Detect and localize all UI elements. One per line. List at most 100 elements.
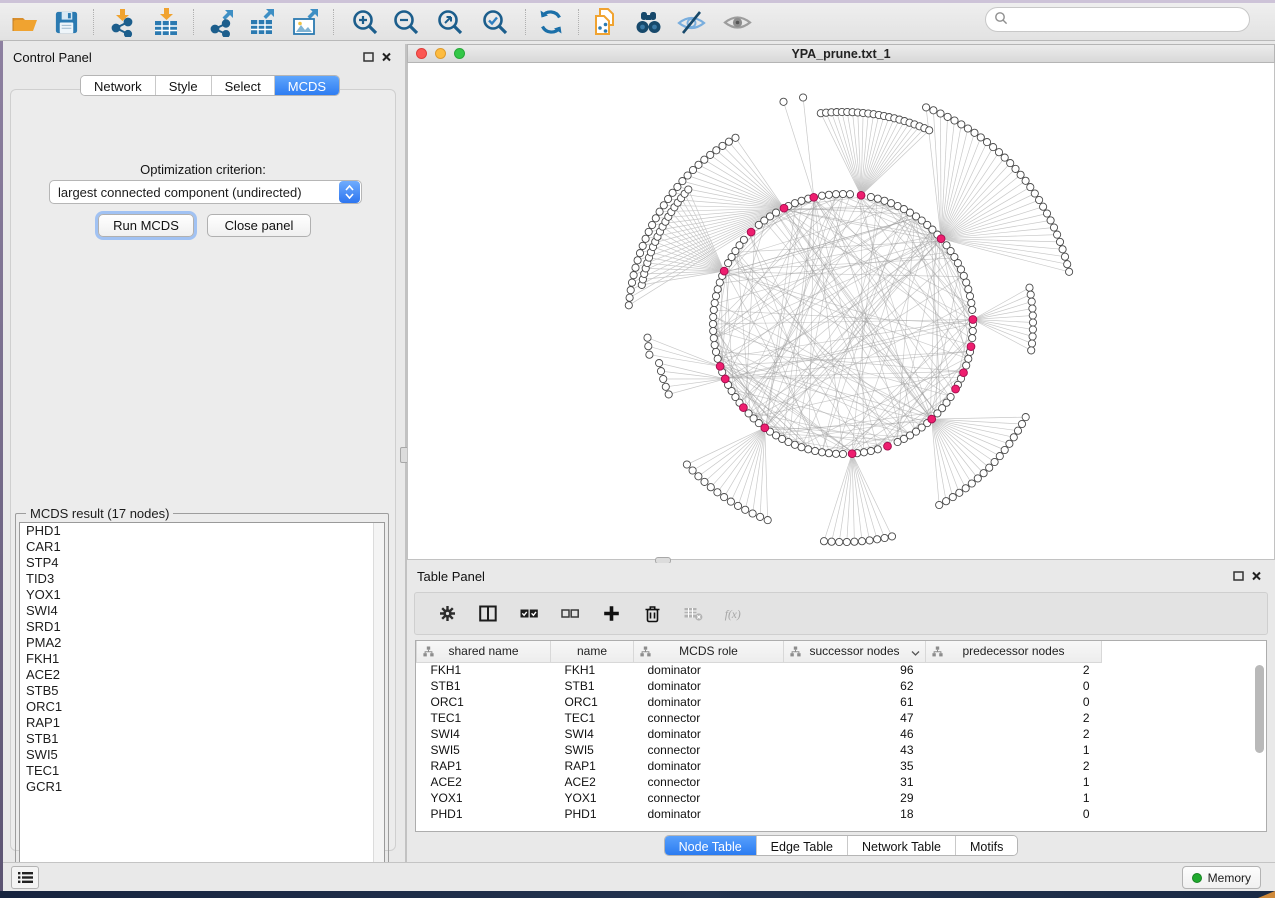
cell-successor_nodes[interactable]: 18	[784, 806, 926, 822]
graph-node[interactable]	[894, 438, 901, 445]
graph-node[interactable]	[679, 178, 686, 185]
graph-node[interactable]	[800, 94, 807, 101]
graph-node[interactable]	[636, 250, 643, 257]
graph-node[interactable]	[958, 121, 965, 128]
graph-node[interactable]	[881, 197, 888, 204]
graph-node[interactable]	[1029, 319, 1036, 326]
graph-node[interactable]	[710, 335, 717, 342]
graph-node[interactable]	[1029, 326, 1036, 333]
graph-node[interactable]	[951, 117, 958, 124]
graph-node[interactable]	[874, 446, 881, 453]
cell-successor_nodes[interactable]: 61	[784, 694, 926, 710]
cell-name[interactable]: PHD1	[551, 806, 634, 822]
graph-node[interactable]	[742, 506, 749, 513]
graph-node[interactable]	[936, 501, 943, 508]
graph-node[interactable]	[656, 360, 663, 367]
cell-mcds_role[interactable]: connector	[634, 790, 784, 806]
graph-node[interactable]	[652, 215, 659, 222]
graph-node[interactable]	[642, 235, 649, 242]
graph-node[interactable]	[1006, 440, 1013, 447]
graph-node[interactable]	[710, 306, 717, 313]
column-header-successor-nodes[interactable]: successor nodes	[784, 641, 926, 662]
graph-node[interactable]	[626, 294, 633, 301]
graph-node[interactable]	[712, 348, 719, 355]
graph-node[interactable]	[1054, 231, 1061, 238]
graph-node[interactable]	[714, 489, 721, 496]
graph-node[interactable]	[1061, 253, 1068, 260]
graph-node[interactable]	[974, 475, 981, 482]
criterion-dropdown[interactable]: largest connected component (undirected)	[49, 180, 362, 204]
graph-node[interactable]	[757, 513, 764, 520]
graph-node[interactable]	[646, 351, 653, 358]
cell-successor_nodes[interactable]: 29	[784, 790, 926, 806]
tab-node-table[interactable]: Node Table	[665, 836, 757, 855]
table-row-ORC1[interactable]: ORC1ORC1dominator610	[417, 694, 1253, 710]
export-table-icon[interactable]	[246, 6, 280, 38]
graph-node[interactable]	[1028, 298, 1035, 305]
graph-node[interactable]	[820, 538, 827, 545]
export-network-icon[interactable]	[205, 6, 239, 38]
graph-node[interactable]	[764, 517, 771, 524]
cell-shared_name[interactable]: RAP1	[417, 758, 551, 774]
graph-node[interactable]	[627, 287, 634, 294]
result-node-item[interactable]: TEC1	[20, 763, 384, 779]
graph-node[interactable]	[1014, 427, 1021, 434]
graph-node[interactable]	[1028, 340, 1035, 347]
column-header-predecessor-nodes[interactable]: predecessor nodes	[926, 641, 1102, 662]
zoom-in-icon[interactable]	[348, 6, 382, 38]
result-node-item[interactable]: ACE2	[20, 667, 384, 683]
table-row-YOX1[interactable]: YOX1YOX1connector291	[417, 790, 1253, 806]
cell-predecessor_nodes[interactable]: 2	[926, 662, 1102, 678]
graph-node[interactable]	[825, 450, 832, 457]
graph-node[interactable]	[881, 534, 888, 541]
cell-shared_name[interactable]: ORC1	[417, 694, 551, 710]
graph-node[interactable]	[965, 286, 972, 293]
graph-node[interactable]	[832, 450, 839, 457]
graph-node[interactable]	[964, 125, 971, 132]
graph-node[interactable]	[923, 104, 930, 111]
cell-successor_nodes[interactable]: 47	[784, 710, 926, 726]
cell-name[interactable]: SWI4	[551, 726, 634, 742]
graph-node[interactable]	[701, 156, 708, 163]
graph-node[interactable]	[798, 444, 805, 451]
graph-node[interactable]	[1022, 414, 1029, 421]
graph-node[interactable]	[628, 279, 635, 286]
graph-node[interactable]	[1040, 203, 1047, 210]
graph-node[interactable]	[943, 498, 950, 505]
cell-mcds_role[interactable]: dominator	[634, 678, 784, 694]
cell-mcds_role[interactable]: dominator	[634, 726, 784, 742]
graph-node[interactable]	[960, 272, 967, 279]
graph-node[interactable]	[874, 195, 881, 202]
result-node-item[interactable]: STP4	[20, 555, 384, 571]
graph-node[interactable]	[832, 191, 839, 198]
graph-node[interactable]	[740, 236, 747, 243]
graph-mcds-node[interactable]	[747, 228, 755, 236]
graph-node[interactable]	[1064, 261, 1071, 268]
graph-node[interactable]	[963, 362, 970, 369]
table-row-RAP1[interactable]: RAP1RAP1dominator352	[417, 758, 1253, 774]
graph-node[interactable]	[634, 257, 641, 264]
graph-node[interactable]	[1026, 284, 1033, 291]
result-node-item[interactable]: STB5	[20, 683, 384, 699]
graph-node[interactable]	[727, 498, 734, 505]
graph-node[interactable]	[1066, 268, 1073, 275]
graph-node[interactable]	[968, 299, 975, 306]
graph-node[interactable]	[683, 461, 690, 468]
cell-mcds_role[interactable]: connector	[634, 710, 784, 726]
graph-node[interactable]	[965, 355, 972, 362]
graph-node[interactable]	[828, 538, 835, 545]
memory-button[interactable]: Memory	[1182, 866, 1261, 889]
cell-successor_nodes[interactable]: 62	[784, 678, 926, 694]
graph-node[interactable]	[1029, 312, 1036, 319]
import-network-icon[interactable]	[105, 6, 139, 38]
graph-node[interactable]	[780, 98, 787, 105]
column-header-MCDS-role[interactable]: MCDS role	[634, 641, 784, 662]
graph-node[interactable]	[1028, 347, 1035, 354]
cell-predecessor_nodes[interactable]: 2	[926, 710, 1102, 726]
graph-node[interactable]	[798, 197, 805, 204]
save-session-icon[interactable]	[49, 6, 83, 38]
cell-shared_name[interactable]: PHD1	[417, 806, 551, 822]
search-input[interactable]	[1013, 10, 1249, 30]
result-node-item[interactable]: CAR1	[20, 539, 384, 555]
network-graph[interactable]	[408, 63, 1274, 558]
